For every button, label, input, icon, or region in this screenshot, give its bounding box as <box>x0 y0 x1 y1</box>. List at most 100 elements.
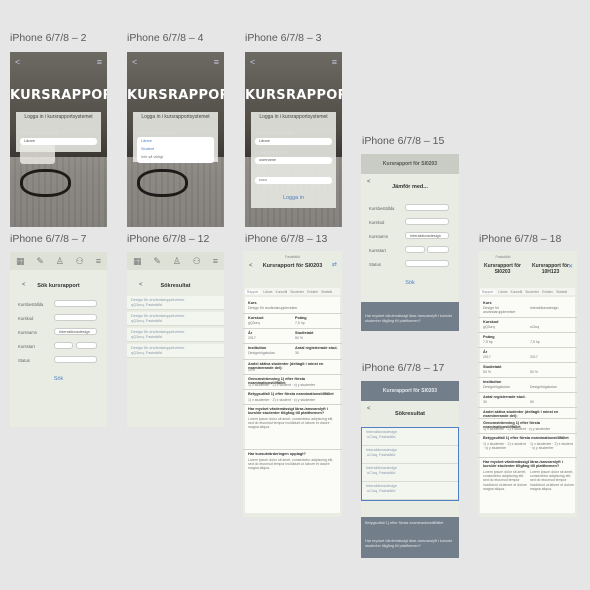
field-value: 2017 <box>248 336 256 340</box>
status-select[interactable] <box>405 260 449 267</box>
artboard-label: iPhone 6/7/8 – 18 <box>479 233 562 245</box>
field-value: 7,5 hp <box>483 340 493 344</box>
tab-larare[interactable]: Lärare <box>498 290 507 294</box>
question-label: Har mycket värdemässigt lärar-/ansvarsly… <box>483 460 563 469</box>
field-label: Kursbeställda <box>18 302 44 307</box>
report-title: Kursrapport för SI0203 <box>382 161 438 167</box>
report-icon[interactable]: ▦ <box>16 256 25 267</box>
type-select[interactable]: Lärare <box>255 138 332 145</box>
field-label: Kurskod <box>18 316 34 321</box>
question-value: Lorem ipsum dolor sit amet, consectetur … <box>248 417 334 430</box>
dropdown-option[interactable]: Student <box>137 145 214 153</box>
question-label: Betygsutfall 1) efter första examination… <box>248 392 334 396</box>
course-select[interactable] <box>405 204 449 211</box>
tab-rapport[interactable]: Rapport <box>480 289 496 294</box>
menu-icon[interactable]: ≡ <box>214 57 219 67</box>
type-label: Välj inloggningstyp: <box>255 130 295 135</box>
tab-enkater[interactable]: Enkäter <box>542 290 553 294</box>
start-select[interactable] <box>405 246 425 253</box>
dropdown-option[interactable]: Inte så viktigt <box>137 153 214 161</box>
close-compare-icon[interactable]: ✕ <box>568 263 573 270</box>
pencil-icon[interactable]: ✎ <box>36 256 44 267</box>
result-item[interactable]: Design för användarupplevelser qQ3orq, F… <box>127 328 224 342</box>
result-item[interactable]: Interaktionsdesign uCluq, Fastställd <box>362 446 458 464</box>
pencil-icon[interactable]: ✎ <box>153 256 161 267</box>
question-label: Andel aktiva studenter (deltagit i minst… <box>248 362 324 370</box>
type-select[interactable]: Lärare <box>20 138 97 145</box>
results-title: Sökresultat <box>395 411 425 417</box>
course-code-input[interactable] <box>405 218 449 225</box>
result-item[interactable]: Design för användarupplevelser qQ3orq, F… <box>127 312 224 326</box>
report-icon[interactable]: ▦ <box>133 256 142 267</box>
status-select[interactable] <box>54 356 97 363</box>
divider <box>478 457 577 458</box>
tab-studenter[interactable]: Studenter <box>290 290 304 294</box>
divider <box>243 449 342 450</box>
login-button[interactable]: Logga in <box>245 195 342 201</box>
search-button[interactable]: Sök <box>361 280 459 286</box>
password-input[interactable]: •••••• <box>255 177 332 184</box>
result-item[interactable]: Interaktionsdesign uCluq, Fastställd <box>362 482 458 500</box>
course-code-input[interactable] <box>54 314 97 321</box>
menu-icon[interactable]: ≡ <box>97 57 102 67</box>
tab-kursmal[interactable]: Kursmål <box>511 290 523 294</box>
dim-footer: Betygsutfall 1) efter första examination… <box>361 517 459 558</box>
search-button[interactable]: Sök <box>10 376 107 382</box>
field-value: Interaktionsdesign <box>530 306 559 310</box>
group-icon[interactable]: ⚇ <box>76 256 84 267</box>
tab-enkater[interactable]: Enkäter <box>307 290 318 294</box>
course-name-input[interactable]: Interaktionsdesign <box>405 232 449 239</box>
divider <box>478 433 577 434</box>
start-year-select[interactable] <box>76 342 97 349</box>
type-dropdown[interactable]: Lärare Student Inte så viktigt <box>137 137 214 163</box>
tab-larare[interactable]: Lärare <box>263 290 272 294</box>
group-icon[interactable]: ⚇ <box>193 256 201 267</box>
field-value: uCluq <box>530 325 540 329</box>
field-value: 2017 <box>483 355 491 359</box>
result-item[interactable]: Design för användarupplevelser qQ3orq, F… <box>127 296 224 310</box>
field-label: Kursnamn <box>18 330 38 335</box>
report-title: Kursrapport för SI0203 <box>262 263 323 269</box>
question-value: 1) x studenter · 2) x student · x) y stu… <box>248 383 316 387</box>
start-year-select[interactable] <box>427 246 449 253</box>
divider <box>243 359 342 360</box>
field-label: Studietakt <box>295 331 314 335</box>
field-label: År <box>248 331 253 335</box>
field-label: Kurskod <box>248 316 264 320</box>
username-input[interactable]: username <box>255 157 332 164</box>
result-item[interactable]: Design för användarupplevelser qQ3orq, F… <box>127 344 224 358</box>
divider <box>478 407 577 408</box>
field-label: Studietakt <box>483 365 502 369</box>
login-heading: Logga in i kursrapportsystemet <box>24 114 93 120</box>
compare-icon[interactable]: ⇄ <box>332 261 337 268</box>
start-select[interactable] <box>54 342 73 349</box>
menu-icon[interactable]: ≡ <box>213 256 218 266</box>
back-icon[interactable]: < <box>15 57 20 67</box>
field-label: Kurskod <box>369 220 385 225</box>
back-icon[interactable]: < <box>132 57 137 67</box>
divider <box>243 374 342 375</box>
tab-rapport[interactable]: Rapport <box>245 289 261 294</box>
question-value: 1) x studenter · 2) x student · x) y stu… <box>248 398 316 402</box>
username-label: Användarnamn: <box>255 150 288 155</box>
dropdown-option[interactable]: Lärare <box>137 137 214 145</box>
question-label: Betygsutfall 1) efter första examination… <box>483 436 569 440</box>
person-icon[interactable]: ♙ <box>56 256 64 267</box>
course-name-input[interactable]: Interaktionsdesign <box>54 328 97 335</box>
type-label: Välj inloggningstyp: <box>137 130 177 135</box>
tab-kursmal[interactable]: Kursmål <box>276 290 288 294</box>
tab-studenter[interactable]: Studenter <box>525 290 539 294</box>
menu-icon[interactable]: ≡ <box>96 256 101 266</box>
tab-statistik[interactable]: Statistik <box>556 290 567 294</box>
back-icon[interactable]: < <box>250 57 255 67</box>
question-label: Har kursutvärderingen upplagt? <box>248 452 306 456</box>
result-item[interactable]: Interaktionsdesign uCluq, Fastställd <box>362 428 458 446</box>
tab-bar: Rapport Lärare Kursmål Studenter Enkäter… <box>480 288 575 295</box>
tab-statistik[interactable]: Statistik <box>321 290 332 294</box>
course-select[interactable] <box>54 300 97 307</box>
menu-icon[interactable]: ≡ <box>332 57 337 67</box>
divider <box>243 328 342 329</box>
status-crumb: Fastställd <box>495 255 511 259</box>
result-item[interactable]: Interaktionsdesign uCluq, Fastställd <box>362 464 458 482</box>
person-icon[interactable]: ♙ <box>173 256 181 267</box>
